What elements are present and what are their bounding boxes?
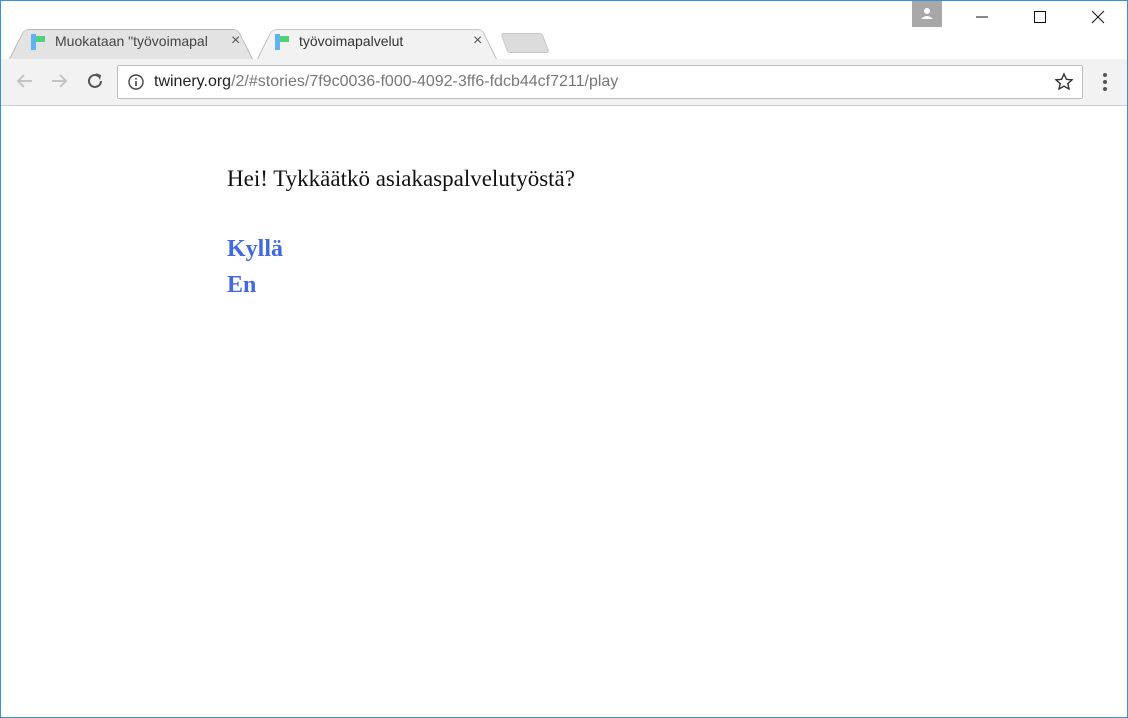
maximize-button[interactable] [1011, 1, 1069, 39]
bookmark-star-icon[interactable] [1054, 72, 1074, 92]
minimize-icon [976, 16, 988, 18]
tab-title: Muokataan "työvoimapal [55, 33, 208, 49]
story-link-no[interactable]: En [227, 272, 256, 299]
person-icon [921, 8, 933, 19]
twine-favicon-icon [31, 34, 45, 50]
url-text[interactable]: twinery.org/2/#stories/7f9c0036-f000-409… [154, 73, 618, 91]
close-window-button[interactable] [1069, 1, 1127, 39]
tab-play[interactable]: työvoimapalvelut × [257, 24, 497, 59]
profile-button[interactable] [912, 1, 942, 27]
browser-window: Muokataan "työvoimapal × työvoimapalvelu… [0, 0, 1128, 718]
tab-title: työvoimapalvelut [299, 33, 404, 49]
minimize-button[interactable] [953, 1, 1011, 39]
address-bar[interactable]: twinery.org/2/#stories/7f9c0036-f000-409… [117, 65, 1083, 99]
back-arrow-icon[interactable] [13, 69, 37, 93]
tab-editor[interactable]: Muokataan "työvoimapal × [9, 24, 253, 59]
forward-arrow-icon[interactable] [47, 69, 71, 93]
url-host: twinery.org [154, 73, 232, 90]
story-content: Hei! Tykkäätkö asiakaspalvelutyöstä? Kyl… [1, 106, 1127, 717]
url-path: /2/#stories/7f9c0036-f000-4092-3ff6-fdcb… [231, 73, 619, 90]
tab-close-icon[interactable]: × [473, 32, 482, 50]
passage-text: Hei! Tykkäätkö asiakaspalvelutyöstä? [227, 166, 575, 191]
close-icon [1091, 10, 1105, 24]
story-link-yes[interactable]: Kyllä [227, 236, 283, 263]
new-tab-button[interactable] [500, 33, 550, 53]
info-icon[interactable] [128, 74, 144, 90]
browser-toolbar: twinery.org/2/#stories/7f9c0036-f000-409… [1, 59, 1127, 106]
reload-icon[interactable] [83, 69, 107, 93]
tab-close-icon[interactable]: × [231, 32, 240, 50]
maximize-icon [1034, 11, 1046, 23]
twine-favicon-icon [275, 34, 289, 50]
menu-kebab-icon[interactable] [1097, 71, 1113, 93]
tab-strip: Muokataan "työvoimapal × työvoimapalvelu… [1, 1, 1127, 59]
